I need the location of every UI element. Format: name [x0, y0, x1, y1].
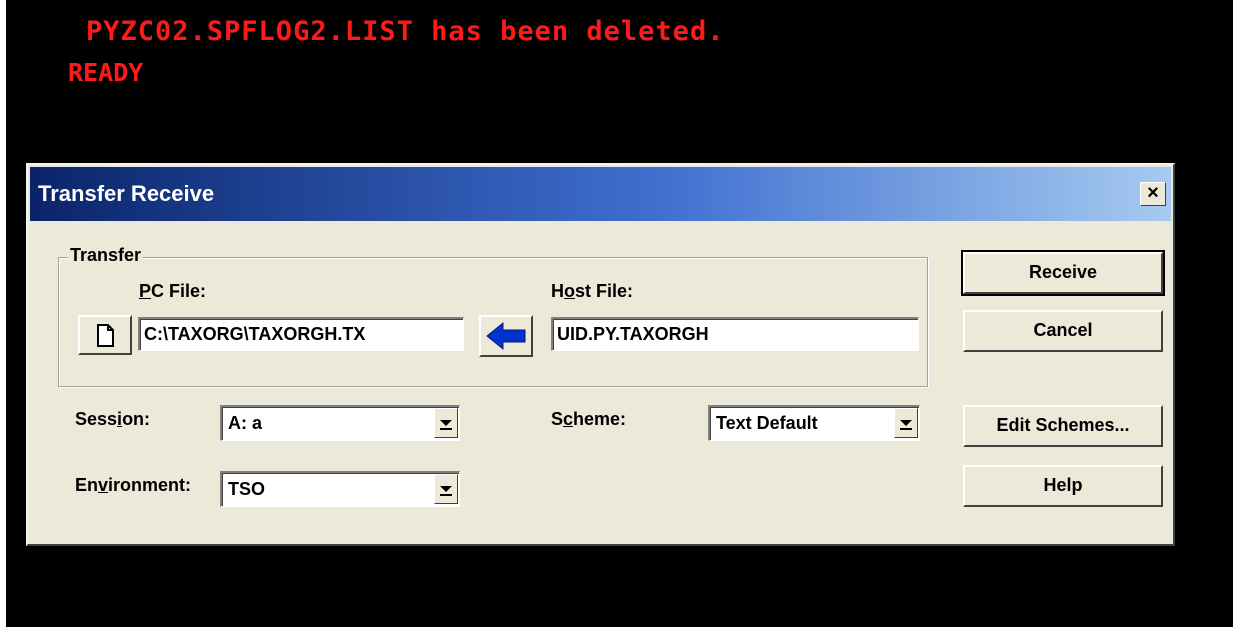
terminal-message: PYZC02.SPFLOG2.LIST has been deleted. — [86, 16, 725, 47]
dialog-titlebar[interactable]: Transfer Receive × — [30, 167, 1171, 221]
session-value: A: a — [228, 413, 263, 433]
environment-value: TSO — [228, 479, 266, 499]
chevron-down-icon[interactable] — [434, 474, 458, 504]
help-button[interactable]: Help — [963, 465, 1163, 507]
host-file-label: Host File: — [551, 281, 634, 301]
scheme-select[interactable]: Text Default — [708, 405, 920, 441]
transfer-receive-dialog: Transfer Receive × Transfer PC File: C:\… — [26, 163, 1175, 546]
transfer-direction-button[interactable] — [479, 315, 533, 357]
document-icon — [97, 324, 114, 347]
pc-file-input[interactable]: C:\TAXORG\TAXORGH.TX — [138, 317, 464, 351]
receive-button[interactable]: Receive — [961, 250, 1165, 296]
dialog-title: Transfer Receive — [38, 181, 215, 206]
scheme-value: Text Default — [716, 413, 818, 433]
terminal-ready-prompt: READY — [68, 58, 144, 87]
chevron-down-icon[interactable] — [434, 408, 458, 438]
environment-label: Environment: — [75, 475, 192, 495]
pc-file-label: PC File: — [139, 281, 207, 301]
host-file-input[interactable]: UID.PY.TAXORGH — [551, 317, 919, 351]
transfer-group-label: Transfer — [68, 245, 144, 266]
browse-pc-file-button[interactable] — [78, 315, 132, 355]
cancel-button[interactable]: Cancel — [963, 310, 1163, 352]
close-button[interactable]: × — [1140, 182, 1166, 206]
left-arrow-icon — [486, 321, 526, 351]
environment-select[interactable]: TSO — [220, 471, 460, 507]
chevron-down-icon[interactable] — [894, 408, 918, 438]
session-label: Session: — [75, 409, 151, 429]
scheme-label: Scheme: — [551, 409, 627, 429]
session-select[interactable]: A: a — [220, 405, 460, 441]
edit-schemes-button[interactable]: Edit Schemes... — [963, 405, 1163, 447]
